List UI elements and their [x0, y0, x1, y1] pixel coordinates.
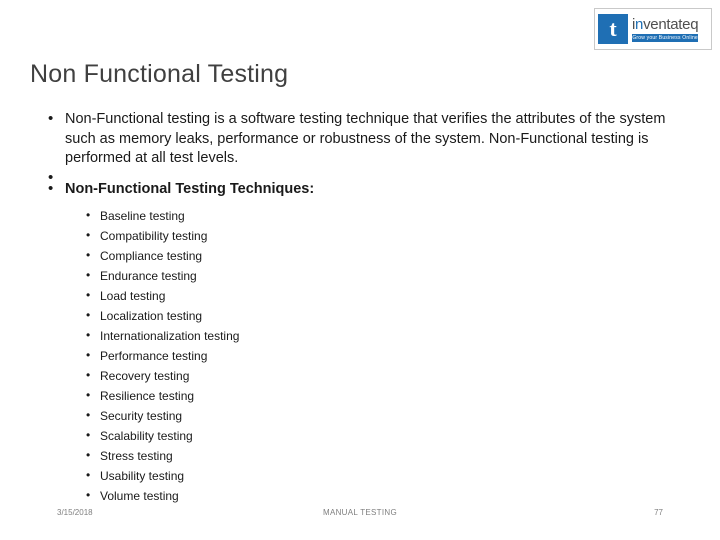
technique-label: Resilience testing: [100, 389, 195, 403]
technique-label: Localization testing: [100, 309, 203, 323]
bullet-techniques-heading-text: Non-Functional Testing Techniques:: [65, 180, 315, 197]
technique-label: Security testing: [100, 409, 183, 423]
list-item: Baseline testing: [86, 205, 694, 226]
list-item: Compliance testing: [86, 245, 694, 266]
list-item: Usability testing: [86, 465, 694, 486]
slide-footer: 3/15/2018 MANUAL TESTING 77: [0, 508, 720, 528]
logo-company-name: inventateq: [632, 17, 698, 32]
technique-label: Scalability testing: [100, 429, 193, 443]
bullet-definition-text: Non-Functional testing is a software tes…: [65, 111, 666, 166]
technique-label: Load testing: [100, 289, 166, 303]
list-item: Localization testing: [86, 305, 694, 326]
list-item: Recovery testing: [86, 365, 694, 386]
footer-page-number: 77: [654, 508, 663, 517]
technique-label: Performance testing: [100, 349, 208, 363]
bullet-definition: Non-Functional testing is a software tes…: [46, 109, 694, 169]
technique-label: Compliance testing: [100, 249, 203, 263]
list-item: Stress testing: [86, 445, 694, 466]
list-item: Load testing: [86, 285, 694, 306]
company-logo: t inventateq Grow your Business Online: [594, 8, 712, 50]
technique-label: Volume testing: [100, 489, 179, 503]
technique-label: Endurance testing: [100, 269, 197, 283]
slide-body: Non-Functional testing is a software tes…: [46, 109, 694, 506]
list-item: Scalability testing: [86, 425, 694, 446]
technique-label: Usability testing: [100, 469, 185, 483]
logo-tagline: Grow your Business Online: [632, 33, 699, 42]
top-level-bullet-list: Non-Functional testing is a software tes…: [46, 109, 694, 200]
techniques-list: Baseline testing Compatibility testing C…: [46, 205, 694, 506]
list-item: Endurance testing: [86, 265, 694, 286]
list-item: Internationalization testing: [86, 325, 694, 346]
bullet-techniques-heading: Non-Functional Testing Techniques:: [46, 179, 694, 200]
footer-title: MANUAL TESTING: [323, 508, 397, 517]
logo-text: inventateq Grow your Business Online: [632, 17, 699, 42]
page-title: Non Functional Testing: [30, 60, 289, 88]
technique-label: Recovery testing: [100, 369, 190, 383]
logo-name-highlight: n: [635, 16, 644, 33]
list-item: Volume testing: [86, 485, 694, 506]
technique-label: Internationalization testing: [100, 329, 240, 343]
bullet-spacer: [46, 168, 694, 188]
list-item: Compatibility testing: [86, 225, 694, 246]
list-item: Security testing: [86, 405, 694, 426]
technique-label: Baseline testing: [100, 209, 185, 223]
technique-label: Stress testing: [100, 449, 173, 463]
list-item: Performance testing: [86, 345, 694, 366]
logo-mark-icon: t: [598, 14, 628, 44]
technique-label: Compatibility testing: [100, 229, 208, 243]
logo-name-suffix: ventateq: [643, 16, 699, 33]
list-item: Resilience testing: [86, 385, 694, 406]
